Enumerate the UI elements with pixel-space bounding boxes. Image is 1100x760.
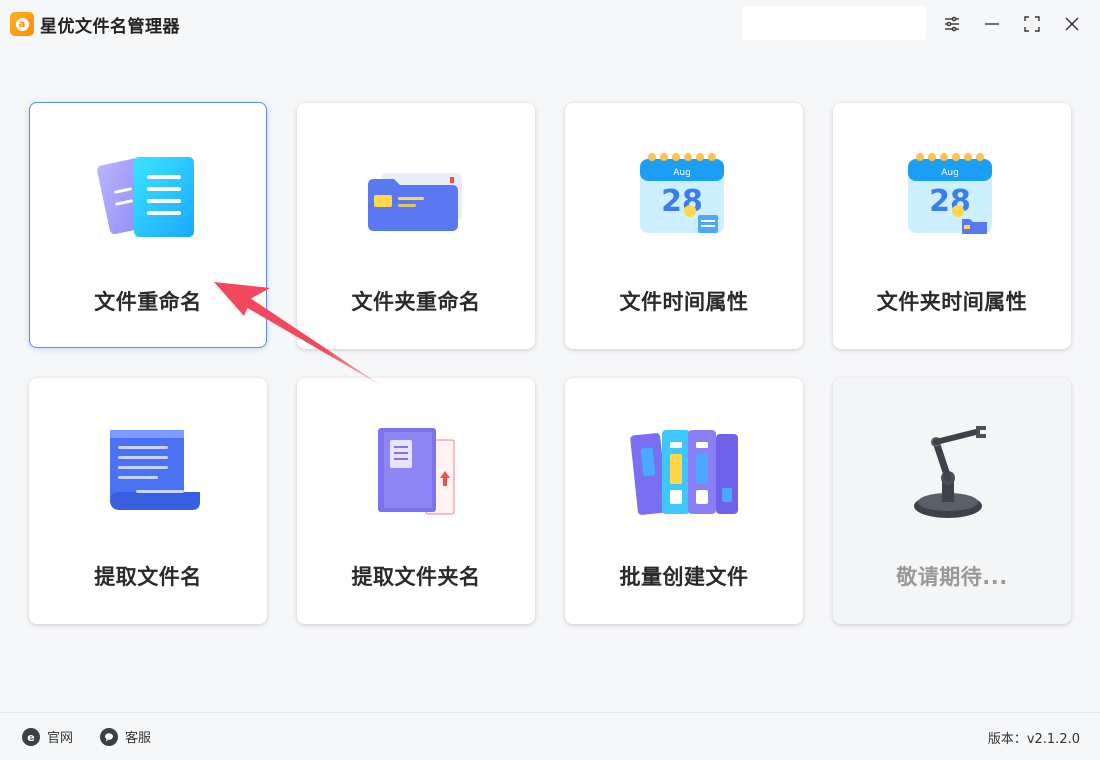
scroll-document-icon <box>110 430 200 510</box>
calendar-file-icon: Aug 28 <box>640 153 724 233</box>
settings-icon <box>945 16 959 32</box>
card-file-rename[interactable]: 文件重命名 <box>29 102 267 348</box>
card-extract-foldername[interactable]: 提取文件夹名 <box>297 378 535 624</box>
card-file-time[interactable]: Aug 28 文件时间属性 <box>565 103 803 349</box>
card-label: 文件夹重命名 <box>351 290 481 314</box>
support-label: 客服 <box>125 731 152 746</box>
svg-text:e: e <box>27 731 34 743</box>
card-label: 批量创建文件 <box>619 565 749 589</box>
robot-arm-icon <box>914 426 986 518</box>
maximize-button[interactable] <box>1020 12 1044 36</box>
svg-text:Aug: Aug <box>673 168 691 178</box>
maximize-icon <box>1024 16 1040 32</box>
website-label: 官网 <box>47 731 74 746</box>
folder-rename-icon <box>368 173 462 231</box>
app-title: 星优文件名管理器 <box>40 17 180 37</box>
settings-button[interactable] <box>940 12 964 36</box>
title-blank-area <box>742 6 926 40</box>
version-text: 版本：v2.1.2.0 <box>987 732 1080 747</box>
card-batch-create[interactable]: 批量创建文件 <box>565 378 803 624</box>
card-label: 文件重命名 <box>94 290 202 314</box>
minimize-button[interactable] <box>980 12 1004 36</box>
minimize-icon <box>985 23 999 25</box>
card-folder-time[interactable]: Aug 28 文件夹时间属性 <box>833 103 1071 349</box>
title-bar: a 星优文件名管理器 <box>0 0 1100 48</box>
card-label: 敬请期待... <box>896 565 1008 589</box>
svg-text:Aug: Aug <box>941 168 959 178</box>
chat-bubble-icon <box>100 727 118 746</box>
svg-text:28: 28 <box>661 184 703 219</box>
card-folder-rename[interactable]: 文件夹重命名 <box>297 103 535 349</box>
svg-text:28: 28 <box>929 184 971 219</box>
card-label: 文件夹时间属性 <box>876 290 1028 314</box>
card-coming-soon: 敬请期待... <box>833 378 1071 624</box>
website-link[interactable]: e 官网 <box>22 727 73 746</box>
support-link[interactable]: 客服 <box>100 727 151 746</box>
book-folder-icon <box>378 428 455 515</box>
close-icon <box>1065 17 1079 31</box>
card-label: 文件时间属性 <box>619 290 749 314</box>
browser-e-icon: e <box>22 727 40 746</box>
app-logo-icon: a <box>10 12 34 36</box>
file-rename-icon <box>97 157 194 237</box>
card-label: 提取文件名 <box>94 565 202 589</box>
card-label: 提取文件夹名 <box>351 565 481 589</box>
binders-icon <box>630 430 738 515</box>
card-extract-filename[interactable]: 提取文件名 <box>29 378 267 624</box>
footer-bar: e 官网 客服 版本：v2.1.2.0 <box>0 712 1100 760</box>
calendar-folder-icon: Aug 28 <box>908 153 992 234</box>
close-button[interactable] <box>1060 12 1084 36</box>
